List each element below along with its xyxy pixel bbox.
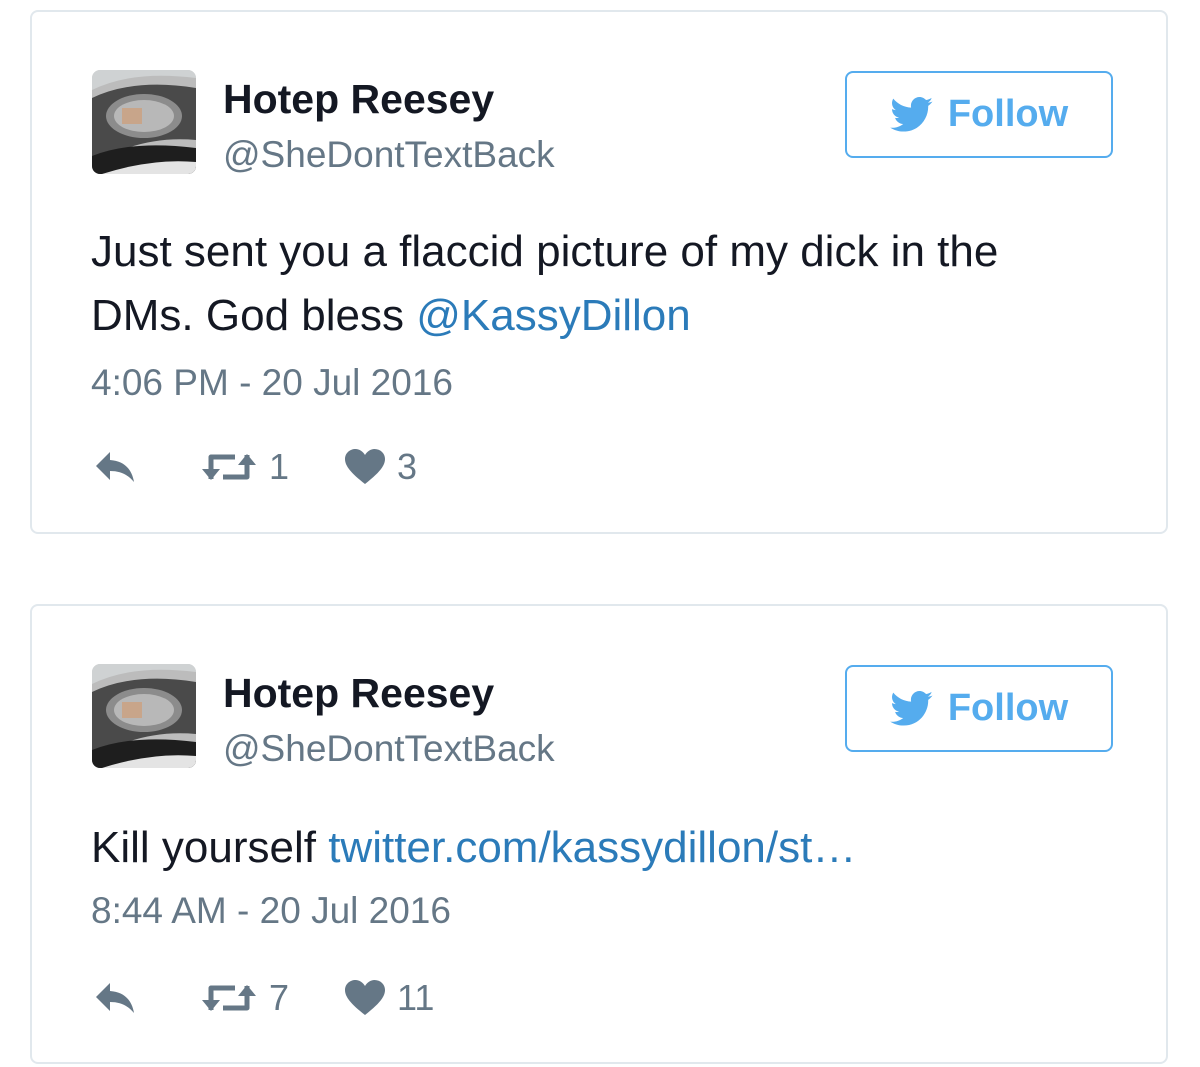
heart-icon <box>345 449 385 485</box>
avatar[interactable] <box>92 664 196 768</box>
retweet-icon <box>201 980 257 1016</box>
display-name[interactable]: Hotep Reesey <box>223 76 494 123</box>
like-count: 11 <box>397 977 435 1018</box>
follow-button[interactable]: Follow <box>845 665 1113 752</box>
retweet-count: 1 <box>269 446 290 487</box>
reply-button[interactable] <box>94 442 138 492</box>
like-button[interactable]: 3 <box>345 442 417 492</box>
retweet-button[interactable]: 1 <box>201 442 289 492</box>
display-name[interactable]: Hotep Reesey <box>223 670 494 717</box>
reply-icon <box>94 981 138 1015</box>
tweet-text: Just sent you a flaccid picture of my di… <box>91 220 1091 348</box>
like-count: 3 <box>397 446 418 487</box>
car-mirror-photo-icon <box>92 70 196 174</box>
car-mirror-photo-icon <box>92 664 196 768</box>
retweet-count: 7 <box>269 977 290 1018</box>
follow-button[interactable]: Follow <box>845 71 1113 158</box>
tweet-text: Kill yourself twitter.com/kassydillon/st… <box>91 816 1091 880</box>
timestamp[interactable]: 4:06 PM - 20 Jul 2016 <box>91 362 453 404</box>
retweet-icon <box>201 449 257 485</box>
twitter-bird-icon <box>890 96 934 133</box>
follow-label: Follow <box>947 93 1069 135</box>
tweet-actions: 1 3 <box>94 442 514 492</box>
reply-button[interactable] <box>94 973 138 1023</box>
mention-link[interactable]: @KassyDillon <box>416 291 691 340</box>
retweet-button[interactable]: 7 <box>201 973 289 1023</box>
timestamp[interactable]: 8:44 AM - 20 Jul 2016 <box>91 890 451 932</box>
twitter-bird-icon <box>890 690 934 727</box>
user-handle[interactable]: @SheDontTextBack <box>223 134 555 176</box>
tweet-actions: 7 11 <box>94 973 514 1023</box>
reply-icon <box>94 450 138 484</box>
tweet-card: Hotep Reesey @SheDontTextBack Follow Jus… <box>30 10 1168 534</box>
follow-label: Follow <box>947 687 1069 729</box>
tweet-url-link[interactable]: twitter.com/kassydillon/st… <box>328 823 856 872</box>
user-handle[interactable]: @SheDontTextBack <box>223 728 555 770</box>
like-button[interactable]: 11 <box>345 973 434 1023</box>
heart-icon <box>345 980 385 1016</box>
avatar[interactable] <box>92 70 196 174</box>
tweet-text-body: Kill yourself <box>91 823 329 872</box>
tweet-card: Hotep Reesey @SheDontTextBack Follow Kil… <box>30 604 1168 1064</box>
